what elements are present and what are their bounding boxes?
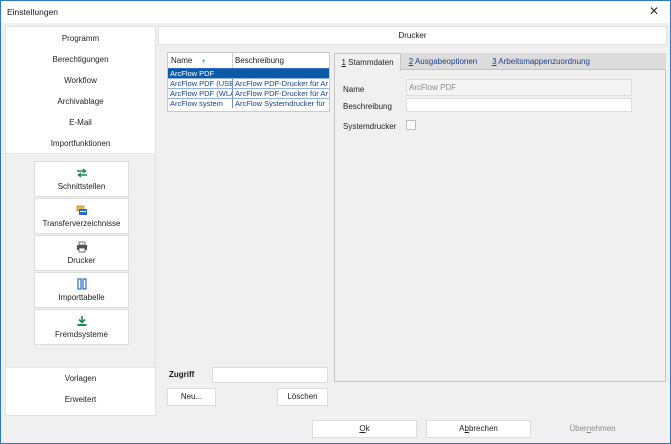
nav-item-email[interactable]: E-Mail: [6, 112, 155, 133]
access-input[interactable]: [212, 367, 328, 383]
list-item[interactable]: ArcFlow PDF (USB) ArcFlow PDF-Drucker fü…: [168, 78, 329, 88]
list-item[interactable]: ArcFlow PDF (WLAN) ArcFlow PDF-Drucker f…: [168, 88, 329, 98]
column-header-beschreibung[interactable]: Beschreibung: [235, 56, 284, 65]
title-bar: Einstellungen ✕: [1, 1, 670, 23]
arrows-exchange-icon: [35, 167, 128, 179]
tab-stammdaten[interactable]: 1 Stammdaten: [334, 53, 401, 71]
window-title: Einstellungen: [7, 7, 59, 17]
settings-window: Einstellungen ✕ Programm Berechtigungen …: [0, 0, 671, 444]
name-label: Name: [343, 85, 365, 94]
module-label: Transferverzeichnisse: [42, 219, 121, 228]
nav-item-erweitert[interactable]: Erweitert: [6, 389, 155, 410]
printer-icon: [35, 241, 128, 253]
module-schnittstellen[interactable]: Schnittstellen: [34, 161, 129, 197]
nav-item-archivablage[interactable]: Archivablage: [6, 91, 155, 112]
tab-ausgabeoptionen[interactable]: 2 Ausgabeoptionen: [404, 53, 482, 70]
delete-button[interactable]: Löschen: [277, 388, 328, 406]
tab-panel: [334, 69, 666, 382]
folders-icon: [35, 204, 128, 216]
column-separator[interactable]: [232, 53, 233, 68]
description-field[interactable]: [406, 98, 632, 112]
nav-item-importfunktionen[interactable]: Importfunktionen: [6, 133, 155, 154]
settings-nav: Programm Berechtigungen Workflow Archiva…: [5, 26, 156, 416]
tab-arbeitsmappenzuordnung[interactable]: 3 Arbeitsmappenzuordnung: [489, 53, 593, 70]
nav-item-programm[interactable]: Programm: [6, 28, 155, 49]
access-label: Zugriff: [169, 370, 195, 379]
section-header: Drucker: [158, 26, 667, 45]
system-printer-checkbox[interactable]: [406, 120, 416, 130]
module-drucker[interactable]: Drucker: [34, 235, 129, 271]
download-icon: [35, 315, 128, 327]
module-label: Schnittstellen: [57, 182, 106, 191]
description-label: Beschreibung: [343, 102, 392, 111]
printer-list: Name ▼ Beschreibung ArcFlow PDF ArcFlow …: [167, 52, 330, 112]
close-icon[interactable]: ✕: [646, 4, 662, 18]
list-item[interactable]: ArcFlow system ArcFlow Systemdrucker für: [168, 98, 329, 108]
table-columns-icon: [35, 278, 128, 290]
list-header: Name ▼ Beschreibung: [168, 53, 329, 69]
nav-item-vorlagen[interactable]: Vorlagen: [6, 368, 155, 389]
list-item[interactable]: ArcFlow PDF: [168, 69, 329, 78]
ok-button[interactable]: Ok: [312, 420, 417, 438]
column-header-name[interactable]: Name ▼: [171, 56, 207, 65]
module-label: Drucker: [67, 256, 96, 265]
new-button[interactable]: Neu...: [167, 388, 216, 406]
nav-item-workflow[interactable]: Workflow: [6, 70, 155, 91]
module-fremdsysteme[interactable]: Fremdsysteme: [34, 309, 129, 345]
module-list: Schnittstellen Transferverzeichnisse Dru…: [6, 154, 155, 367]
nav-item-berechtigungen[interactable]: Berechtigungen: [6, 49, 155, 70]
sort-desc-icon: ▼: [200, 59, 207, 65]
module-transferverzeichnisse[interactable]: Transferverzeichnisse: [34, 198, 129, 234]
cancel-button[interactable]: Abbrechen: [426, 420, 531, 438]
system-printer-label: Systemdrucker: [343, 122, 397, 131]
module-label: Importtabelle: [58, 293, 105, 302]
module-label: Fremdsysteme: [55, 330, 108, 339]
apply-button[interactable]: Übernehmen: [540, 420, 645, 438]
name-field[interactable]: ArcFlow PDF: [406, 79, 632, 96]
module-importtabelle[interactable]: Importtabelle: [34, 272, 129, 308]
